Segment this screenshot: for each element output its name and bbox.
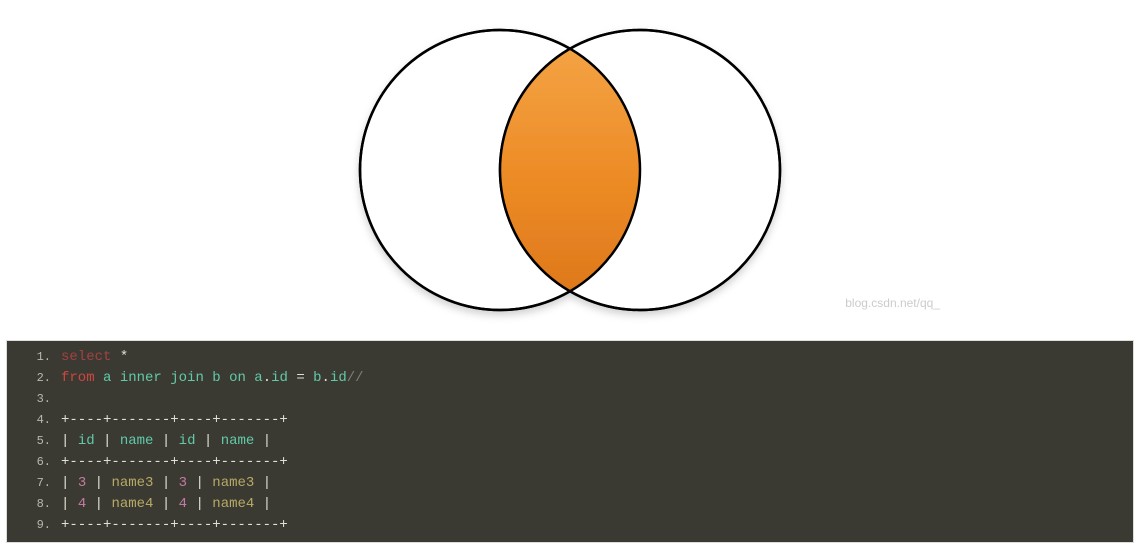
- code-line: 7.| 3 | name3 | 3 | name3 |: [7, 473, 1133, 494]
- line-number: 9.: [7, 515, 61, 536]
- line-number: 3.: [7, 389, 61, 410]
- line-number: 7.: [7, 473, 61, 494]
- venn-svg: [320, 10, 820, 330]
- watermark: blog.csdn.net/qq_: [845, 296, 940, 310]
- code-content: +----+-------+----+-------+: [61, 410, 288, 431]
- line-number: 8.: [7, 494, 61, 515]
- code-line: 6.+----+-------+----+-------+: [7, 452, 1133, 473]
- code-line: 1.select *: [7, 347, 1133, 368]
- line-number: 5.: [7, 431, 61, 452]
- code-line: 4.+----+-------+----+-------+: [7, 410, 1133, 431]
- code-line: 2.from a inner join b on a.id = b.id//: [7, 368, 1133, 389]
- code-content: | 3 | name3 | 3 | name3 |: [61, 473, 271, 494]
- code-line: 8.| 4 | name4 | 4 | name4 |: [7, 494, 1133, 515]
- line-number: 4.: [7, 410, 61, 431]
- code-content: [61, 389, 69, 410]
- venn-diagram: blog.csdn.net/qq_: [0, 0, 1140, 340]
- code-content: +----+-------+----+-------+: [61, 515, 288, 536]
- code-line: 9.+----+-------+----+-------+: [7, 515, 1133, 536]
- code-content: +----+-------+----+-------+: [61, 452, 288, 473]
- line-number: 6.: [7, 452, 61, 473]
- line-number: 1.: [7, 347, 61, 368]
- code-content: | id | name | id | name |: [61, 431, 271, 452]
- line-number: 2.: [7, 368, 61, 389]
- code-line: 3.: [7, 389, 1133, 410]
- code-block: 1.select *2.from a inner join b on a.id …: [6, 340, 1134, 543]
- code-content: select *: [61, 347, 128, 368]
- code-content: from a inner join b on a.id = b.id//: [61, 368, 364, 389]
- code-content: | 4 | name4 | 4 | name4 |: [61, 494, 271, 515]
- code-line: 5.| id | name | id | name |: [7, 431, 1133, 452]
